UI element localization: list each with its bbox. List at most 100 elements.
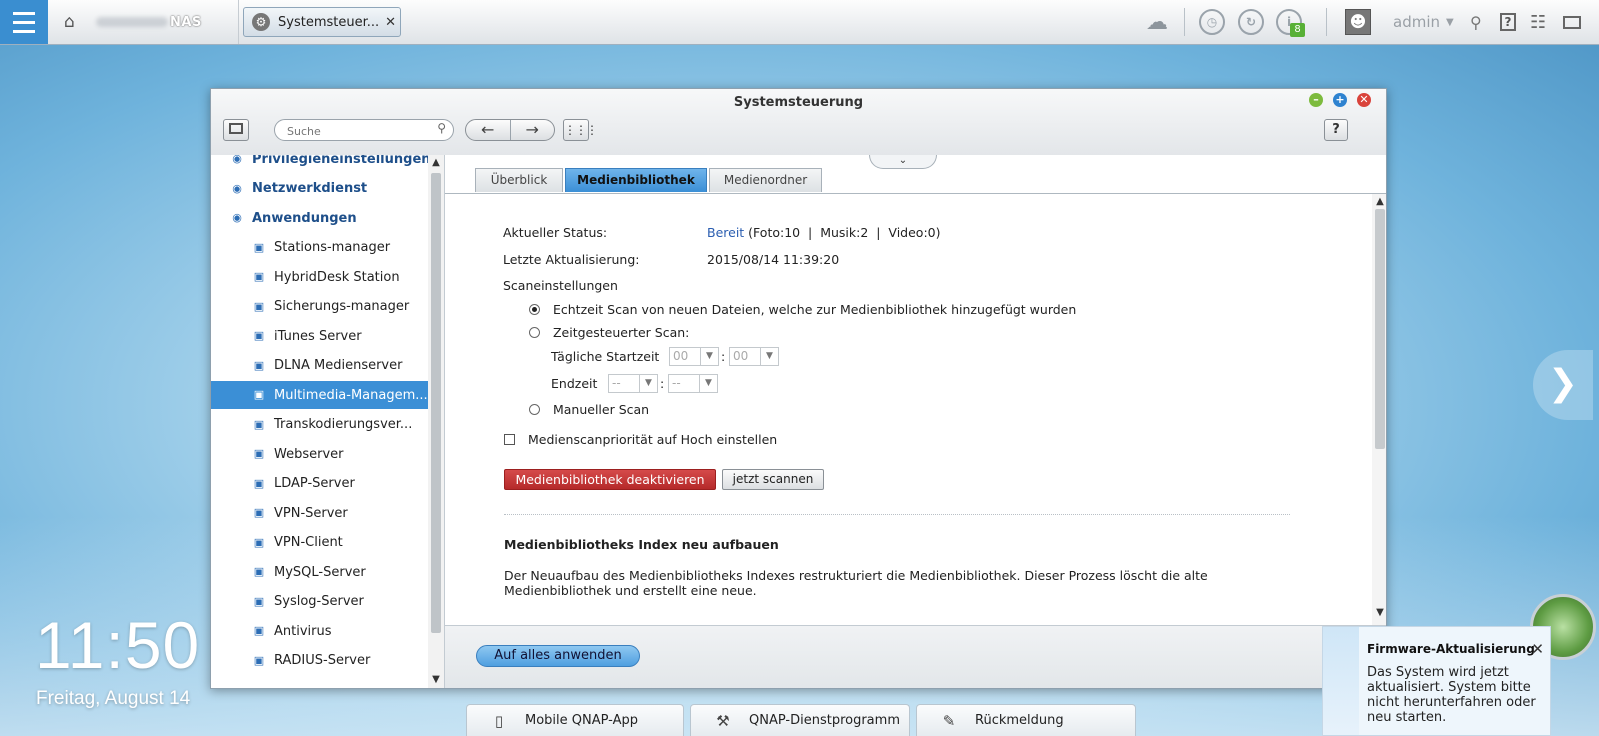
sync-icon[interactable]: ↻: [1238, 9, 1264, 35]
notification-count-badge: 8: [1290, 23, 1305, 37]
radio-manual-scan[interactable]: Manueller Scan: [529, 402, 649, 417]
desktop-clock: 11:50: [35, 608, 201, 682]
deactivate-library-button[interactable]: Medienbibliothek deaktivieren: [504, 469, 716, 490]
help-button[interactable]: ?: [1324, 119, 1348, 141]
next-page-arrow[interactable]: ❯: [1533, 350, 1593, 420]
chevron-down-icon[interactable]: ▼: [1446, 17, 1454, 28]
sidebar-item[interactable]: ◉ Privilegieneinstellungen: [211, 155, 428, 173]
monitor-icon[interactable]: [1563, 15, 1581, 29]
back-arrow-icon[interactable]: ←: [466, 120, 511, 140]
scroll-down-icon[interactable]: ▼: [1372, 607, 1386, 618]
taskbar-tab-systemsteuerung[interactable]: ⚙ Systemsteuer... ✕: [243, 7, 401, 37]
sidebar-item[interactable]: ▣ HybridDesk Station: [211, 263, 428, 291]
minimize-button[interactable]: –: [1309, 93, 1323, 107]
radio-scheduled[interactable]: [529, 327, 540, 338]
rebuild-index-text-line2: Medienbibliothek und erstellt eine neue.: [504, 583, 757, 598]
sidebar-item[interactable]: ▣ MySQL-Server: [211, 558, 428, 586]
maximize-button[interactable]: +: [1333, 93, 1347, 107]
content-scrollbar[interactable]: ▲ ▼: [1372, 194, 1386, 625]
dock-mobile-app-button[interactable]: ▯ Mobile QNAP-App: [466, 704, 684, 736]
tab-medienbibliothek[interactable]: Medienbibliothek: [565, 168, 707, 192]
dock-mobile-app-label: Mobile QNAP-App: [525, 713, 638, 728]
radio-realtime[interactable]: [529, 304, 540, 315]
sidebar-item[interactable]: ▣ Webserver: [211, 440, 428, 468]
sidebar-item[interactable]: ▣ Multimedia-Managem...: [211, 381, 428, 409]
sidebar-item[interactable]: ▣ VPN-Server: [211, 499, 428, 527]
scroll-up-icon[interactable]: ▲: [1372, 196, 1386, 207]
close-icon[interactable]: ✕: [385, 15, 396, 30]
help-icon[interactable]: ?: [1500, 13, 1516, 31]
start-minute-select[interactable]: 00 ▼: [729, 347, 779, 366]
sidebar-item[interactable]: ◉ Anwendungen: [211, 204, 428, 232]
start-hour-select[interactable]: 00 ▼: [669, 347, 719, 366]
user-name[interactable]: admin: [1393, 13, 1440, 31]
app-grid-button[interactable]: ⋮⋮⋮: [563, 119, 598, 141]
cloud-icon[interactable]: ☁: [1142, 10, 1172, 35]
sidebar-toggle-button[interactable]: [223, 119, 249, 141]
sidebar-item[interactable]: ▣ VPN-Client: [211, 529, 428, 557]
sidebar-item[interactable]: ▣ iTunes Server: [211, 322, 428, 350]
sidebar-item[interactable]: ▣ Stations-manager: [211, 234, 428, 262]
priority-checkbox-row[interactable]: Medienscanpriorität auf Hoch einstellen: [504, 432, 777, 447]
scrollbar-thumb[interactable]: [1375, 209, 1385, 449]
end-hour-select[interactable]: -- ▼: [608, 374, 658, 393]
sidebar-item[interactable]: ◉ Netzwerkdienst: [211, 175, 428, 203]
search-field[interactable]: ⚲: [274, 119, 454, 141]
search-icon[interactable]: ⚲: [1470, 13, 1482, 32]
close-icon[interactable]: ✕: [1531, 640, 1544, 658]
search-input[interactable]: [285, 122, 429, 140]
priority-checkbox[interactable]: [504, 434, 515, 445]
desktop-date: Freitag, August 14: [36, 688, 191, 709]
language-globe-icon[interactable]: ☷: [1530, 12, 1546, 33]
sidebar-item[interactable]: ▣ Sicherungs-manager: [211, 293, 428, 321]
dock-utility-button[interactable]: ⚒ QNAP-Dienstprogramm: [690, 704, 910, 736]
top-taskbar: ⌂ NAS ⚙ Systemsteuer... ✕ ☁ ◷ ↻ i 8 ☻ ad…: [0, 0, 1599, 45]
sidebar: ◉ Privilegieneinstellungen ◉ Netzwerkdienst…: [211, 155, 445, 688]
apply-all-button[interactable]: Auf alles anwenden: [476, 645, 640, 667]
dock-feedback-button[interactable]: ✎ Rückmeldung: [916, 704, 1136, 736]
radio-manual[interactable]: [529, 404, 540, 415]
radio-scheduled-scan[interactable]: Zeitgesteuerter Scan:: [529, 325, 689, 340]
divider: [1184, 8, 1185, 36]
sidebar-item[interactable]: ▣ Syslog-Server: [211, 588, 428, 616]
scroll-up-icon[interactable]: ▲: [428, 157, 444, 168]
transcode-icon: ▣: [253, 417, 265, 431]
sidebar-scrollbar[interactable]: ▲ ▼: [428, 155, 444, 688]
avatar[interactable]: ☻: [1345, 9, 1371, 35]
notification-stripe: [1323, 627, 1359, 735]
time-colon: :: [660, 376, 665, 391]
window-titlebar[interactable]: Systemsteuerung – + ✕ ⚲ ← → ⋮⋮⋮ ?: [211, 89, 1386, 156]
hd-icon: ▣: [253, 270, 265, 283]
scrollbar-thumb[interactable]: [431, 173, 441, 633]
scan-now-button[interactable]: jetzt scannen: [722, 469, 824, 490]
media-library-settings: Aktueller Status: Bereit (Foto:10 | Musi…: [445, 194, 1372, 625]
collapse-toggle[interactable]: ⌄: [869, 155, 937, 169]
window-footer: Auf alles anwenden: [445, 625, 1386, 688]
user-group-icon: ◉: [232, 155, 242, 165]
radio-realtime-scan[interactable]: Echtzeit Scan von neuen Dateien, welche …: [529, 302, 1076, 317]
end-minute-select[interactable]: -- ▼: [668, 374, 718, 393]
sidebar-item[interactable]: ▣ RADIUS-Server: [211, 647, 428, 675]
chevron-down-icon: ▼: [699, 375, 717, 392]
sidebar-item[interactable]: ▣ DLNA Medienserver: [211, 352, 428, 380]
sidebar-item[interactable]: ▣ LDAP-Server: [211, 470, 428, 498]
sidebar-item[interactable]: ▣ Antivirus: [211, 617, 428, 645]
notification-body: Das System wird jetzt aktualisiert. Syst…: [1367, 665, 1536, 725]
scroll-down-icon[interactable]: ▼: [428, 674, 444, 685]
tab-medienordner[interactable]: Medienordner: [709, 168, 822, 192]
main-menu-button[interactable]: [0, 0, 48, 44]
clock-icon[interactable]: ◷: [1199, 9, 1225, 35]
end-minute-value: --: [672, 376, 681, 390]
time-colon: :: [721, 349, 726, 364]
home-icon[interactable]: ⌂: [64, 12, 84, 32]
close-window-button[interactable]: ✕: [1357, 93, 1371, 107]
antivirus-icon: ▣: [253, 624, 265, 637]
sidebar-item[interactable]: ▣ Transkodierungsver...: [211, 411, 428, 439]
forward-arrow-icon[interactable]: →: [511, 120, 555, 140]
search-icon[interactable]: ⚲: [437, 121, 446, 135]
sidebar-item-label: Syslog-Server: [274, 594, 364, 609]
status-ready-link[interactable]: Bereit: [707, 225, 744, 240]
backup-icon: ▣: [253, 299, 265, 313]
edit-icon: ✎: [942, 711, 956, 730]
tab-ueberblick[interactable]: Überblick: [475, 168, 563, 192]
